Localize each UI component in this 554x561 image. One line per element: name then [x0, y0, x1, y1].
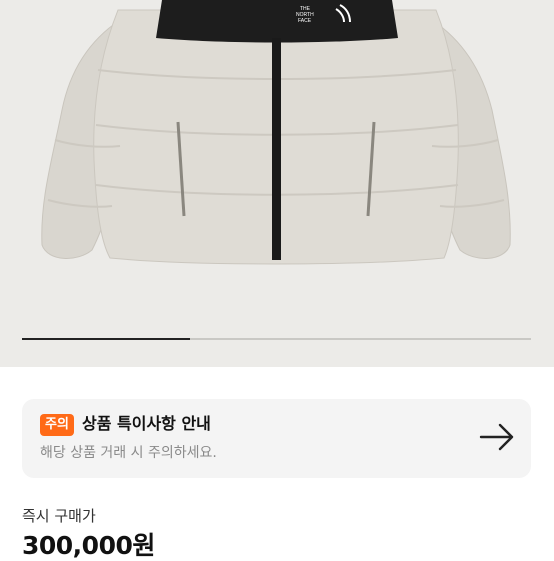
- carousel-progress-fill: [22, 338, 190, 340]
- price-label: 즉시 구매가: [22, 507, 96, 525]
- jacket-illustration: THE NORTH FACE: [41, 0, 511, 265]
- arrow-right-icon[interactable]: [479, 421, 515, 453]
- price-value: 300,000원: [22, 531, 155, 560]
- caution-badge: 주의: [40, 414, 74, 436]
- notice-subtitle: 해당 상품 거래 시 주의하세요.: [40, 445, 217, 461]
- svg-text:FACE: FACE: [298, 18, 312, 24]
- product-image[interactable]: THE NORTH FACE: [0, 0, 554, 367]
- product-notice-card[interactable]: 주의 상품 특이사항 안내 해당 상품 거래 시 주의하세요.: [22, 399, 531, 478]
- carousel-progress: [22, 338, 531, 340]
- notice-title: 상품 특이사항 안내: [82, 414, 211, 433]
